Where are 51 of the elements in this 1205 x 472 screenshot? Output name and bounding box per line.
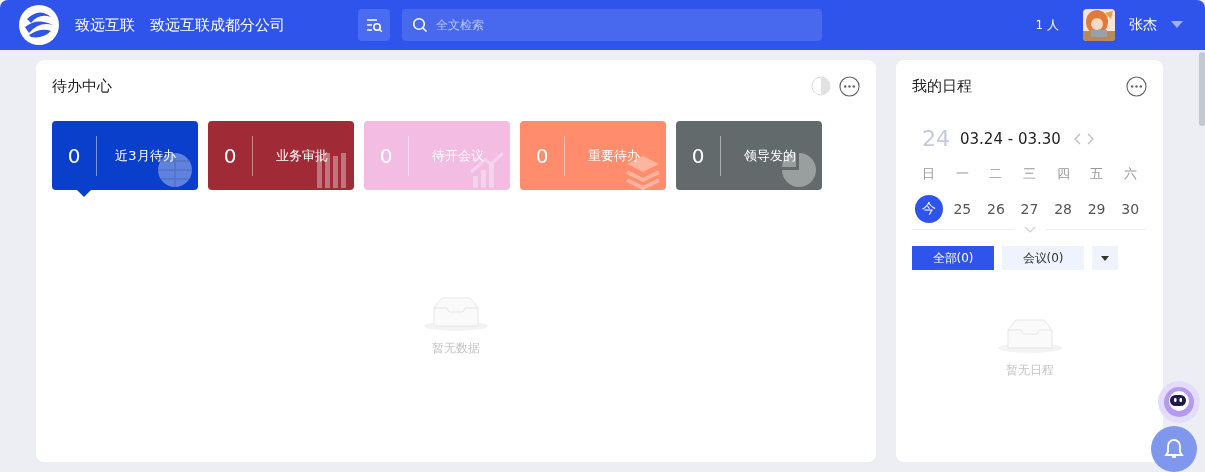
bell-icon: [1162, 437, 1186, 461]
weekday-label: 四: [1056, 165, 1070, 183]
dropdown-button[interactable]: [1092, 246, 1118, 270]
search-field[interactable]: 全文检索: [402, 9, 822, 41]
company-name: 致远互联成都分公司: [150, 15, 285, 35]
card-title: 待办中心: [52, 76, 112, 96]
assistant-robot-icon[interactable]: [1157, 380, 1201, 424]
scrollbar[interactable]: [1199, 52, 1205, 126]
date-button[interactable]: 今: [914, 195, 943, 223]
tile-label: 领导发的: [742, 146, 797, 165]
organization-name: 致远互联: [75, 15, 135, 35]
expand-icon[interactable]: [1023, 226, 1036, 233]
weekday-label: 六: [1123, 165, 1137, 183]
day-number: 24: [922, 126, 950, 151]
date-button[interactable]: 25: [948, 195, 977, 223]
date-button[interactable]: 29: [1082, 195, 1111, 223]
tile-label: 重要待办: [586, 146, 641, 165]
next-icon[interactable]: [1086, 132, 1095, 145]
tile-count: 0: [378, 143, 394, 168]
date-button[interactable]: 27: [1015, 195, 1044, 223]
date-range: 03.24 - 03.30: [960, 129, 1061, 148]
selection-pointer: [77, 190, 91, 197]
date-button[interactable]: 28: [1049, 195, 1078, 223]
tile-count: 0: [690, 143, 706, 168]
user-name[interactable]: 张杰: [1129, 16, 1157, 34]
weekday-label: 二: [989, 165, 1003, 183]
filter-tab[interactable]: 全部(0): [912, 246, 994, 270]
search-icon: [412, 17, 428, 33]
weekday-label: 日: [922, 165, 936, 183]
tile-label: 业务审批: [274, 146, 329, 165]
weekday-label: 三: [1023, 165, 1036, 183]
card-title: 我的日程: [912, 76, 972, 96]
more-icon[interactable]: [839, 75, 860, 97]
date-button[interactable]: 30: [1116, 195, 1145, 223]
weekday-label: 五: [1090, 165, 1104, 183]
caret-icon: [1101, 255, 1109, 261]
tile-count: 0: [66, 143, 82, 168]
tile-count: 0: [534, 143, 550, 168]
tile-count: 0: [222, 143, 238, 168]
filter-tab[interactable]: 会议(0): [1002, 246, 1084, 270]
logo-icon: [19, 5, 59, 45]
todo-tile[interactable]: 0 领导发的: [676, 121, 822, 190]
date-button[interactable]: 26: [981, 195, 1010, 223]
search-list-button[interactable]: [358, 9, 390, 41]
caret-icon[interactable]: [1171, 21, 1183, 29]
more-icon[interactable]: [1126, 75, 1147, 97]
tile-label: 待开会议: [430, 146, 485, 165]
online-count: 1 人: [1035, 16, 1059, 34]
todo-tile[interactable]: 0 业务审批: [208, 121, 354, 190]
tile-label: 近3月待办: [114, 146, 177, 165]
previous-icon[interactable]: [1072, 132, 1081, 145]
